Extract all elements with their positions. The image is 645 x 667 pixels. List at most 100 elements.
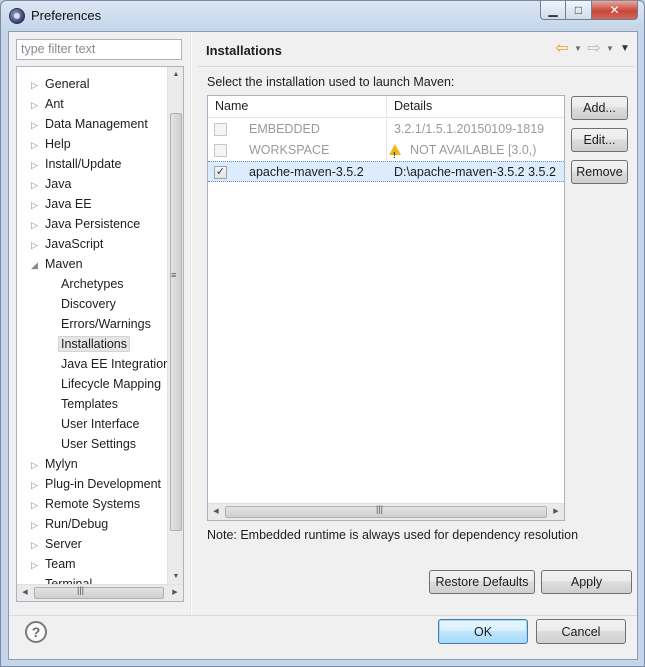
- expand-arrow-icon[interactable]: ▷: [31, 175, 45, 195]
- tree-item[interactable]: ▷ Java EE: [31, 194, 92, 214]
- table-row[interactable]: EMBEDDED 3.2.1/1.5.1.20150109-1819: [208, 119, 564, 140]
- back-dropdown-icon[interactable]: ▼: [572, 44, 584, 53]
- expand-arrow-icon[interactable]: ▷: [31, 555, 45, 575]
- tree-item[interactable]: ▷ Java: [31, 174, 71, 194]
- column-separator[interactable]: [386, 96, 387, 118]
- expand-arrow-icon[interactable]: ▷: [31, 235, 45, 255]
- cancel-button[interactable]: Cancel: [536, 619, 626, 644]
- tree-item-label: Installations: [58, 336, 131, 352]
- pane-sash[interactable]: [190, 32, 192, 613]
- tree-item[interactable]: Templates: [59, 394, 118, 414]
- column-header-name[interactable]: Name: [215, 99, 248, 113]
- tree-item[interactable]: ▷ Data Management: [31, 114, 148, 134]
- view-menu-icon[interactable]: ▼: [616, 43, 634, 54]
- preferences-tree[interactable]: ▷ General ▷ Ant ▷ Data Management ▷ Help ▷ Instal…: [16, 66, 184, 602]
- tree-item-label: User Interface: [61, 417, 140, 431]
- tree-item[interactable]: Lifecycle Mapping: [59, 374, 161, 394]
- expand-arrow-icon[interactable]: ▷: [31, 535, 45, 555]
- row-checkbox[interactable]: [214, 144, 227, 157]
- tree-item[interactable]: ▷ Team: [31, 554, 76, 574]
- tree-item[interactable]: ▷ Ant: [31, 94, 64, 114]
- scroll-left-arrow-icon[interactable]: ◀: [208, 504, 224, 520]
- add-button[interactable]: Add...: [571, 96, 628, 120]
- installation-prompt: Select the installation used to launch M…: [207, 75, 455, 89]
- expand-arrow-icon[interactable]: ▷: [31, 95, 45, 115]
- back-arrow-icon[interactable]: ⇦: [552, 38, 572, 58]
- tree-item[interactable]: ▷ Java Persistence: [31, 214, 140, 234]
- scroll-thumb[interactable]: [170, 113, 182, 531]
- minimize-button[interactable]: ▁: [540, 1, 566, 20]
- expand-arrow-icon[interactable]: ▷: [31, 135, 45, 155]
- tree-item[interactable]: Errors/Warnings: [59, 314, 151, 334]
- tree-item-label: Server: [45, 537, 82, 551]
- table-row[interactable]: WORKSPACE NOT AVAILABLE [3.0,): [208, 140, 564, 166]
- tree-item[interactable]: ▷ Remote Systems: [31, 494, 140, 514]
- row-checkbox[interactable]: [214, 123, 227, 136]
- expand-arrow-icon[interactable]: ▷: [31, 115, 45, 135]
- scroll-thumb[interactable]: [34, 587, 164, 599]
- tree-item[interactable]: ▷ Mylyn: [31, 454, 78, 474]
- tree-item-label: Java EE Integration: [61, 357, 171, 371]
- row-checkbox[interactable]: ✓: [214, 166, 227, 179]
- header-divider: [198, 66, 634, 67]
- ok-button[interactable]: OK: [438, 619, 528, 644]
- scroll-right-arrow-icon[interactable]: ▶: [548, 504, 564, 520]
- expand-arrow-icon[interactable]: ▷: [31, 215, 45, 235]
- scroll-right-arrow-icon[interactable]: ▶: [167, 585, 183, 601]
- tree-item[interactable]: Installations: [58, 334, 131, 354]
- tree-item[interactable]: ▷ Help: [31, 134, 71, 154]
- forward-dropdown-icon[interactable]: ▼: [604, 44, 616, 53]
- table-horizontal-scrollbar[interactable]: ◀ ||| ▶: [208, 503, 564, 520]
- tree-item-label: Data Management: [45, 117, 148, 131]
- title-bar[interactable]: Preferences ▁ □ ✕: [1, 1, 644, 31]
- tree-vertical-scrollbar[interactable]: ▲ ≡ ▼: [167, 67, 183, 585]
- scroll-thumb[interactable]: [225, 506, 547, 518]
- tree-item[interactable]: ▷ Install/Update: [31, 154, 121, 174]
- tree-item-label: General: [45, 77, 90, 91]
- edit-button[interactable]: Edit...: [571, 128, 628, 152]
- expand-arrow-icon[interactable]: ◢: [31, 255, 45, 275]
- help-icon[interactable]: ?: [25, 621, 47, 643]
- expand-arrow-icon[interactable]: ▷: [31, 195, 45, 215]
- expand-arrow-icon[interactable]: ▷: [31, 515, 45, 535]
- tree-item[interactable]: User Interface: [59, 414, 140, 434]
- table-row[interactable]: ✓ apache-maven-3.5.2 D:\apache-maven-3.5.2…: [208, 161, 564, 183]
- embedded-runtime-note: Note: Embedded runtime is always used fo…: [207, 528, 579, 542]
- tree-item[interactable]: User Settings: [59, 434, 136, 454]
- tree-horizontal-scrollbar[interactable]: ◀ ||| ▶: [17, 584, 183, 601]
- restore-defaults-button[interactable]: Restore Defaults: [429, 570, 535, 594]
- expand-arrow-icon[interactable]: ▷: [31, 155, 45, 175]
- caption-buttons: ▁ □ ✕: [540, 1, 638, 21]
- apply-button[interactable]: Apply: [541, 570, 632, 594]
- window-title: Preferences: [31, 8, 102, 23]
- tree-item[interactable]: ▷ Run/Debug: [31, 514, 108, 534]
- tree-item-label: Archetypes: [61, 277, 124, 291]
- tree-item[interactable]: ▷ General: [31, 74, 89, 94]
- expand-arrow-icon[interactable]: ▷: [31, 455, 45, 475]
- close-button[interactable]: ✕: [592, 1, 638, 20]
- expand-arrow-icon[interactable]: ▷: [31, 75, 45, 95]
- scroll-left-arrow-icon[interactable]: ◀: [17, 585, 33, 601]
- dialog-client-area: type filter text ▷ General ▷ Ant ▷ Data Manag…: [8, 31, 638, 660]
- tree-item-label: Lifecycle Mapping: [61, 377, 162, 391]
- expand-arrow-icon[interactable]: ▷: [31, 475, 45, 495]
- expand-arrow-icon[interactable]: ▷: [31, 495, 45, 515]
- scroll-down-arrow-icon[interactable]: ▼: [168, 569, 183, 585]
- tree-item[interactable]: ▷ Plug-in Development: [31, 474, 161, 494]
- column-header-details[interactable]: Details: [394, 99, 432, 113]
- installations-table[interactable]: Name Details EMBEDDED 3.2.1/1.5.1.2015010…: [207, 95, 565, 521]
- filter-input[interactable]: type filter text: [16, 39, 182, 60]
- tree-item[interactable]: ▷ JavaScript: [31, 234, 103, 254]
- tree-item[interactable]: ◢ Maven: [31, 254, 83, 274]
- tree-item[interactable]: Discovery: [59, 294, 116, 314]
- tree-item[interactable]: Archetypes: [59, 274, 124, 294]
- scroll-up-arrow-icon[interactable]: ▲: [168, 67, 183, 83]
- maximize-button[interactable]: □: [566, 1, 592, 20]
- tree-item-label: Maven: [45, 257, 83, 271]
- tree-item[interactable]: Java EE Integration: [59, 354, 170, 374]
- remove-button[interactable]: Remove: [571, 160, 628, 184]
- tree-item[interactable]: ▷ Server: [31, 534, 82, 554]
- scroll-grip-icon: |||: [77, 585, 85, 595]
- forward-arrow-icon[interactable]: ⇨: [584, 38, 604, 58]
- cell-divider: [386, 162, 387, 183]
